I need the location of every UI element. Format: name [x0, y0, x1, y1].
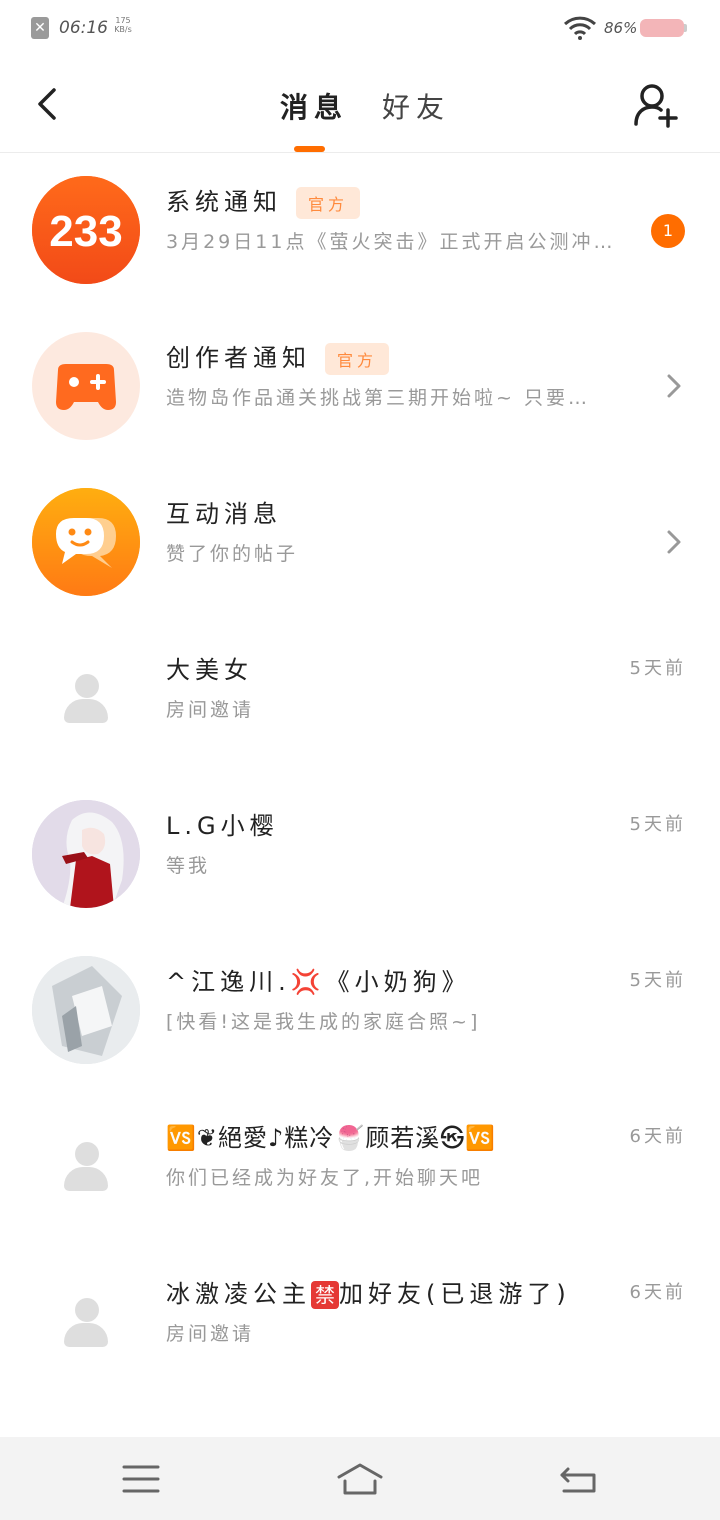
row-title: 互动消息: [166, 500, 282, 528]
svg-text:233: 233: [49, 207, 122, 256]
tab-messages[interactable]: 消息: [280, 86, 348, 126]
row-title: 冰激凌公主禁加好友(已退游了): [166, 1274, 571, 1309]
message-time: 6天前: [629, 1126, 686, 1147]
message-time: 5天前: [629, 970, 686, 991]
list-item-system-notification[interactable]: 233 系统通知 官方 3月29日11点《萤火突击》正式开启公测冲刺… 1: [0, 154, 720, 310]
row-title: 系统通知 官方: [166, 182, 361, 219]
chat-bubble-icon: [32, 488, 140, 596]
official-badge: 官方: [325, 343, 390, 375]
row-subtitle: 房间邀请: [166, 699, 255, 721]
row-subtitle: 你们已经成为好友了,开始聊天吧: [166, 1167, 484, 1189]
notification-close-icon: ✕: [31, 17, 49, 39]
active-tab-indicator: [294, 146, 325, 152]
status-bar: ✕ 06:16 175 KB/s 86%: [0, 0, 720, 58]
list-item-chat[interactable]: 🆚❦絕愛♪糕冷🍧顾若溪㉿🆚 你们已经成为好友了,开始聊天吧 6天前: [0, 1090, 720, 1246]
row-subtitle: 等我: [166, 855, 211, 877]
title-suffix: 《小奶狗》: [325, 968, 471, 996]
tab-friends[interactable]: 好友: [382, 86, 450, 126]
network-speed: 175 KB/s: [112, 16, 134, 34]
row-subtitle: [快看!这是我生成的家庭合照~]: [166, 1011, 481, 1033]
gamepad-icon: [32, 332, 140, 440]
default-avatar-icon: [32, 644, 140, 752]
back-icon[interactable]: [556, 1457, 602, 1501]
message-time: 6天前: [629, 1282, 686, 1303]
list-item-chat[interactable]: 大美女 房间邀请 5天前: [0, 622, 720, 778]
row-subtitle: 赞了你的帖子: [166, 543, 299, 565]
title-prefix: 冰激凌公主: [166, 1280, 311, 1308]
title-suffix: 加好友(已退游了): [339, 1280, 571, 1308]
list-item-chat[interactable]: L.G小樱 等我 5天前: [0, 778, 720, 934]
avatar: [32, 956, 140, 1064]
add-friend-button[interactable]: [632, 80, 680, 130]
list-item-chat[interactable]: 冰激凌公主禁加好友(已退游了) 房间邀请 6天前: [0, 1246, 720, 1402]
row-title: L.G小樱: [166, 812, 279, 840]
title-text: 系统通知: [166, 188, 282, 216]
home-icon[interactable]: [337, 1457, 383, 1501]
message-time: 5天前: [629, 814, 686, 835]
header: 消息 好友: [0, 58, 720, 153]
title-text: 创作者通知: [166, 344, 311, 372]
wifi-icon: [563, 16, 597, 40]
network-speed-unit: KB/s: [114, 25, 132, 34]
chevron-right-icon: [667, 374, 681, 398]
logo-233-icon: 233: [32, 176, 140, 284]
row-title: 🆚❦絕愛♪糕冷🍧顾若溪㉿🆚: [166, 1124, 497, 1152]
row-subtitle: 3月29日11点《萤火突击》正式开启公测冲刺…: [166, 231, 621, 253]
row-title: 创作者通知 官方: [166, 338, 390, 375]
prohibited-emoji: 禁: [311, 1281, 339, 1309]
system-nav-bar: [0, 1437, 720, 1520]
row-title: ^江逸川.💢《小奶狗》: [166, 962, 471, 997]
message-time: 5天前: [629, 658, 686, 679]
status-time: 06:16: [59, 18, 108, 38]
default-avatar-icon: [32, 1268, 140, 1376]
unread-count-badge: 1: [651, 214, 685, 248]
title-prefix: ^江逸川.: [166, 968, 291, 996]
chevron-right-icon: [667, 530, 681, 554]
official-badge: 官方: [296, 187, 361, 219]
menu-icon[interactable]: [118, 1457, 164, 1501]
list-item-chat[interactable]: ^江逸川.💢《小奶狗》 [快看!这是我生成的家庭合照~] 5天前: [0, 934, 720, 1090]
row-subtitle: 房间邀请: [166, 1323, 255, 1345]
list-item-creator-notification[interactable]: 创作者通知 官方 造物岛作品通关挑战第三期开始啦~ 只要…: [0, 310, 720, 466]
anger-emoji: 💢: [290, 968, 326, 996]
battery-icon: [640, 19, 687, 37]
battery-percent: 86%: [604, 19, 638, 37]
network-speed-value: 175: [115, 16, 131, 25]
default-avatar-icon: [32, 1112, 140, 1220]
list-item-interaction-messages[interactable]: 互动消息 赞了你的帖子: [0, 466, 720, 622]
avatar: [32, 800, 140, 908]
back-button[interactable]: [28, 80, 68, 128]
row-subtitle: 造物岛作品通关挑战第三期开始啦~ 只要…: [166, 387, 590, 409]
row-title: 大美女: [166, 656, 253, 684]
